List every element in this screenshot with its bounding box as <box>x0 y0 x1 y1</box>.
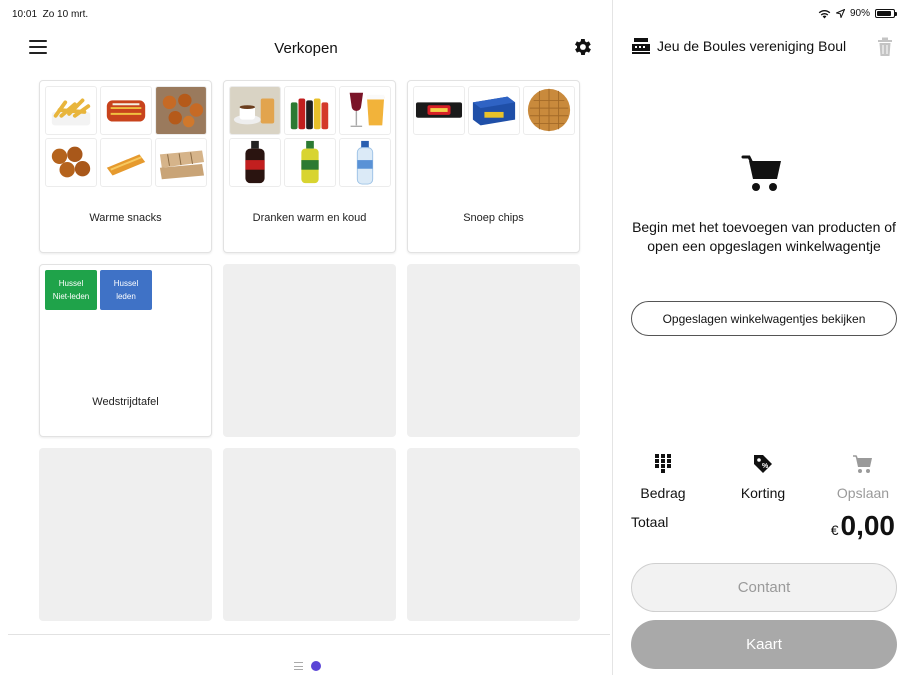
korting-button[interactable]: % Korting <box>723 452 803 501</box>
total-amount: € 0,00 <box>831 510 895 542</box>
action-label: Korting <box>740 485 786 501</box>
kaassouffle-thumbnail <box>100 138 152 187</box>
currency-symbol: € <box>830 522 839 538</box>
register-header: Jeu de Boules vereniging Boul <box>631 37 846 55</box>
shopping-cart-icon <box>741 155 781 191</box>
status-time: 10:01 Zo 10 mrt. <box>12 9 88 20</box>
category-tile-snoep-chips[interactable]: Snoep chips <box>407 80 580 253</box>
category-label: Dranken warm en koud <box>252 212 367 224</box>
category-tile-warme-snacks[interactable]: Warme snacks <box>39 80 212 253</box>
keypad-icon <box>655 454 671 473</box>
button-line-1: Hussel <box>58 279 84 288</box>
fries-thumbnail <box>45 86 97 135</box>
nuggets-thumbnail <box>155 86 207 135</box>
button-line-1: Hussel <box>113 279 139 288</box>
empty-tile[interactable] <box>223 448 396 621</box>
cola-bottle-thumbnail <box>229 138 281 187</box>
product-pane: Verkopen Warme snacks Dranken warm en ko… <box>0 30 612 675</box>
category-label: Snoep chips <box>463 212 524 224</box>
button-line-2: leden <box>116 292 136 301</box>
wine-beer-thumbnail <box>339 86 391 135</box>
cart-save-icon <box>853 455 872 473</box>
page-title: Verkopen <box>274 40 338 57</box>
hussel-leden-button[interactable]: Hussel leden <box>100 270 152 310</box>
list-icon[interactable] <box>294 662 303 670</box>
divider <box>8 634 610 635</box>
thumbnail-grid <box>413 86 576 135</box>
bitterballen-thumbnail <box>45 138 97 187</box>
candy-box-thumbnail <box>468 86 520 135</box>
gear-icon[interactable] <box>571 36 593 58</box>
page-dot-icon[interactable] <box>311 661 321 671</box>
mars-bar-thumbnail <box>413 86 465 135</box>
category-tile-wedstrijdtafel[interactable]: Hussel Niet-leden Hussel leden Wedstrijd… <box>39 264 212 437</box>
coffee-tea-thumbnail <box>229 86 281 135</box>
status-clock: 10:01 <box>12 9 38 20</box>
empty-tile[interactable] <box>407 448 580 621</box>
action-label: Bedrag <box>640 485 686 501</box>
pay-card-button[interactable]: Kaart <box>631 620 897 669</box>
total-value: 0,00 <box>840 510 896 541</box>
page-indicator <box>294 661 321 671</box>
category-tile-dranken[interactable]: Dranken warm en koud <box>223 80 396 253</box>
frikandel-thumbnail <box>100 86 152 135</box>
water-bottle-thumbnail <box>339 138 391 187</box>
empty-cart-message: Begin met het toevoegen van producten of… <box>632 219 896 254</box>
stroopwafel-thumbnail <box>523 86 575 135</box>
bedrag-button[interactable]: Bedrag <box>623 452 703 501</box>
soda-bottles-thumbnail <box>284 86 336 135</box>
thumbnail-grid <box>229 86 392 187</box>
category-label: Warme snacks <box>89 212 162 224</box>
thumbnail-grid <box>45 86 208 187</box>
hussel-niet-leden-button[interactable]: Hussel Niet-leden <box>45 270 97 310</box>
discount-tag-icon: % <box>754 455 772 473</box>
saved-carts-button[interactable]: Opgeslagen winkelwagentjes bekijken <box>631 301 897 336</box>
register-name[interactable]: Jeu de Boules vereniging Boul <box>657 38 846 54</box>
svg-text:%: % <box>762 463 769 470</box>
total-label: Totaal <box>631 514 669 530</box>
tosti-thumbnail <box>155 138 207 187</box>
category-label: Wedstrijdtafel <box>92 396 159 408</box>
empty-tile[interactable] <box>407 264 580 437</box>
pay-cash-button[interactable]: Contant <box>631 563 897 612</box>
empty-tile[interactable] <box>223 264 396 437</box>
fristi-bottle-thumbnail <box>284 138 336 187</box>
trash-icon[interactable] <box>877 37 893 57</box>
action-label: Opslaan <box>836 485 890 501</box>
opslaan-button[interactable]: Opslaan <box>823 452 903 501</box>
status-date: Zo 10 mrt. <box>42 9 89 20</box>
button-line-2: Niet-leden <box>52 292 90 301</box>
cash-register-icon <box>632 38 650 54</box>
thumbnail-grid: Hussel Niet-leden Hussel leden <box>45 270 208 310</box>
cart-pane: Jeu de Boules vereniging Boul Begin met … <box>612 0 909 675</box>
empty-tile[interactable] <box>39 448 212 621</box>
